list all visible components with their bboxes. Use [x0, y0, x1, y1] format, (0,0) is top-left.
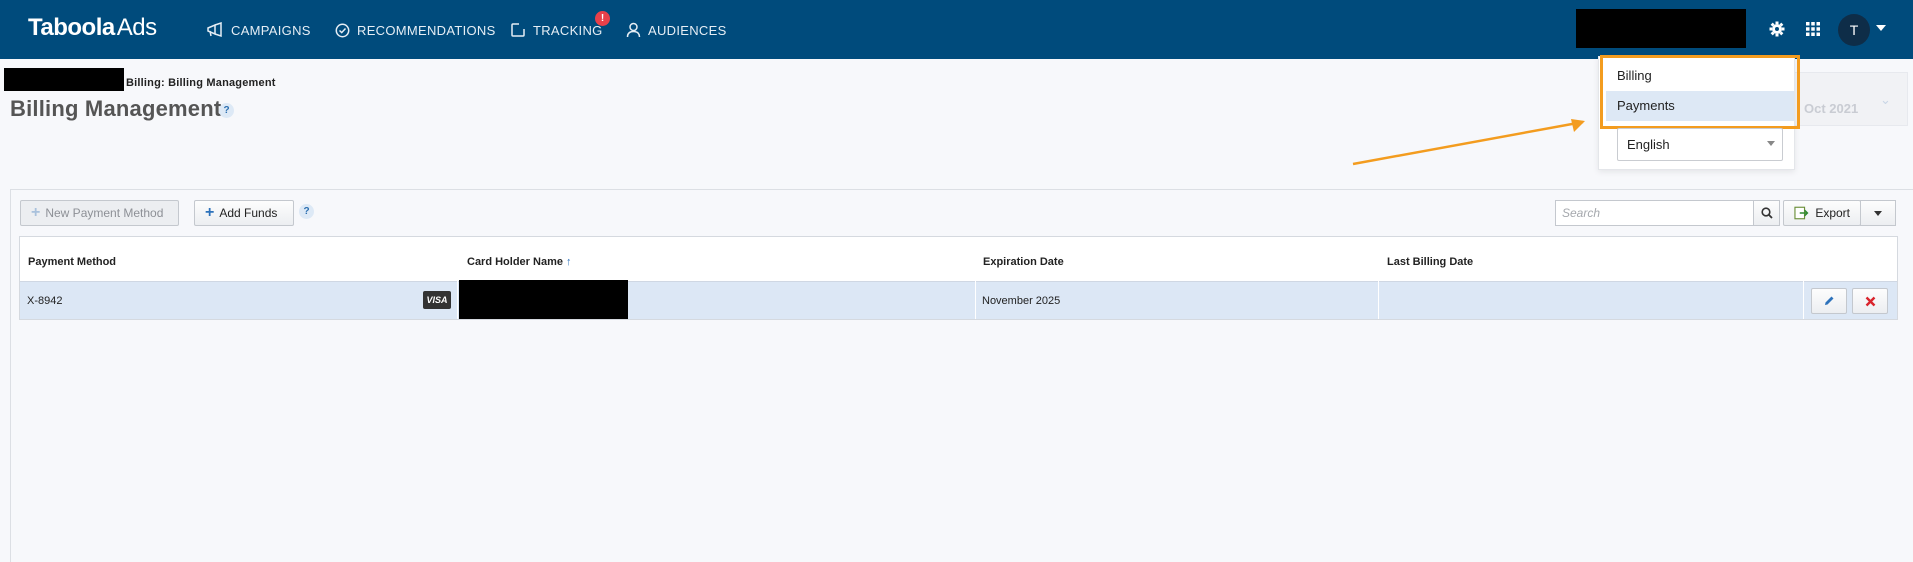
redacted-card-holder-name [459, 280, 628, 319]
page-title: Billing Management [10, 96, 222, 121]
column-divider [457, 281, 458, 319]
column-header-card-holder-label: Card Holder Name [467, 256, 563, 268]
nav-recommendations[interactable]: RECOMMENDATIONS [335, 20, 496, 40]
tracking-icon [511, 23, 525, 37]
chevron-down-icon [1874, 211, 1882, 216]
plus-icon: + [205, 204, 215, 221]
export-button[interactable]: Export [1783, 200, 1861, 226]
column-divider [1803, 281, 1804, 319]
chevron-down-icon: ⌄ [1880, 92, 1891, 107]
export-icon [1794, 206, 1809, 220]
toolbar-help-icon[interactable]: ? [299, 204, 314, 219]
nav-recommendations-label: RECOMMENDATIONS [357, 22, 496, 38]
column-divider [975, 281, 976, 319]
redacted-account-name [1576, 9, 1746, 48]
delete-button[interactable] [1852, 288, 1888, 314]
column-header-last-billing-date[interactable]: Last Billing Date [1387, 256, 1473, 268]
check-circle-icon [335, 23, 350, 37]
new-payment-method-label: New Payment Method [45, 206, 164, 220]
chevron-down-icon[interactable] [1876, 25, 1886, 31]
page-help-icon[interactable]: ? [219, 103, 234, 118]
redacted-breadcrumb-prefix [4, 68, 124, 91]
nav-tracking[interactable]: TRACKING [510, 20, 603, 40]
column-divider [1378, 281, 1379, 319]
pencil-icon [1825, 296, 1834, 305]
breadcrumb: Billing: Billing Management [126, 77, 276, 89]
nav-audiences-label: AUDIENCES [648, 22, 727, 38]
add-funds-button[interactable]: + Add Funds [194, 200, 294, 226]
search-icon [1760, 207, 1773, 219]
sort-ascending-icon: ↑ [566, 256, 572, 268]
column-header-payment-method[interactable]: Payment Method [28, 256, 116, 268]
cell-expiration-date: November 2025 [982, 295, 1061, 307]
cell-payment-method: X-8942 [27, 295, 63, 307]
nav-campaigns-label: CAMPAIGNS [231, 22, 311, 38]
megaphone-icon [207, 22, 222, 38]
table-row[interactable] [20, 281, 1897, 319]
person-icon [626, 22, 641, 38]
taboola-ads-logo[interactable]: TaboolaAds [28, 14, 157, 42]
search-input[interactable]: Search [1555, 200, 1754, 226]
chevron-down-icon [1767, 141, 1775, 146]
close-icon [1865, 296, 1875, 306]
tracking-alert-badge: ! [595, 11, 610, 26]
search-button[interactable] [1753, 200, 1780, 226]
edit-button[interactable] [1811, 288, 1847, 314]
nav-audiences[interactable]: AUDIENCES [626, 20, 727, 40]
column-header-card-holder[interactable]: Card Holder Name ↑ [467, 256, 572, 268]
language-select[interactable]: English [1617, 128, 1783, 161]
nav-tracking-label: TRACKING [533, 22, 603, 38]
user-avatar[interactable]: T [1838, 14, 1870, 46]
new-payment-method-button[interactable]: + New Payment Method [20, 200, 179, 226]
export-label: Export [1815, 206, 1850, 220]
add-funds-label: Add Funds [219, 206, 278, 220]
gear-icon[interactable] [1766, 18, 1788, 40]
annotation-arrow [1352, 119, 1585, 166]
export-options-button[interactable] [1860, 200, 1896, 226]
logo-brand: Taboola [28, 14, 115, 41]
logo-suffix: Ads [116, 14, 157, 41]
nav-campaigns[interactable]: CAMPAIGNS [206, 20, 311, 40]
annotation-highlight-box [1600, 55, 1800, 129]
column-header-expiration-date[interactable]: Expiration Date [983, 256, 1064, 268]
plus-icon: + [31, 204, 41, 221]
date-range-value: Oct 2021 [1804, 101, 1859, 116]
visa-card-icon: VISA [423, 291, 451, 309]
apps-grid-icon[interactable] [1802, 18, 1824, 40]
